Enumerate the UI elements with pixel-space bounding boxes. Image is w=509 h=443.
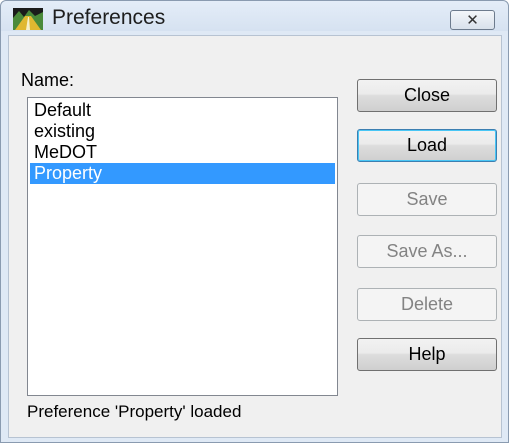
save-as-button[interactable]: Save As... (357, 235, 497, 268)
load-button[interactable]: Load (357, 129, 497, 162)
close-button[interactable]: Close (357, 79, 497, 112)
list-item-property[interactable]: Property (30, 163, 335, 184)
preferences-listbox[interactable]: Default existing MeDOT Property (27, 97, 338, 396)
mountain-road-icon (13, 8, 43, 30)
delete-button[interactable]: Delete (357, 288, 497, 321)
title-bar[interactable]: Preferences ✕ (1, 1, 508, 31)
title-close-button[interactable]: ✕ (450, 10, 495, 30)
list-item-medot[interactable]: MeDOT (30, 142, 335, 163)
close-icon: ✕ (466, 12, 479, 29)
status-text: Preference 'Property' loaded (27, 402, 242, 421)
list-item-default[interactable]: Default (30, 100, 335, 121)
help-button[interactable]: Help (357, 338, 497, 371)
name-label: Name: (21, 70, 75, 90)
window-title: Preferences (52, 6, 166, 29)
list-item-existing[interactable]: existing (30, 121, 335, 142)
save-button[interactable]: Save (357, 183, 497, 216)
